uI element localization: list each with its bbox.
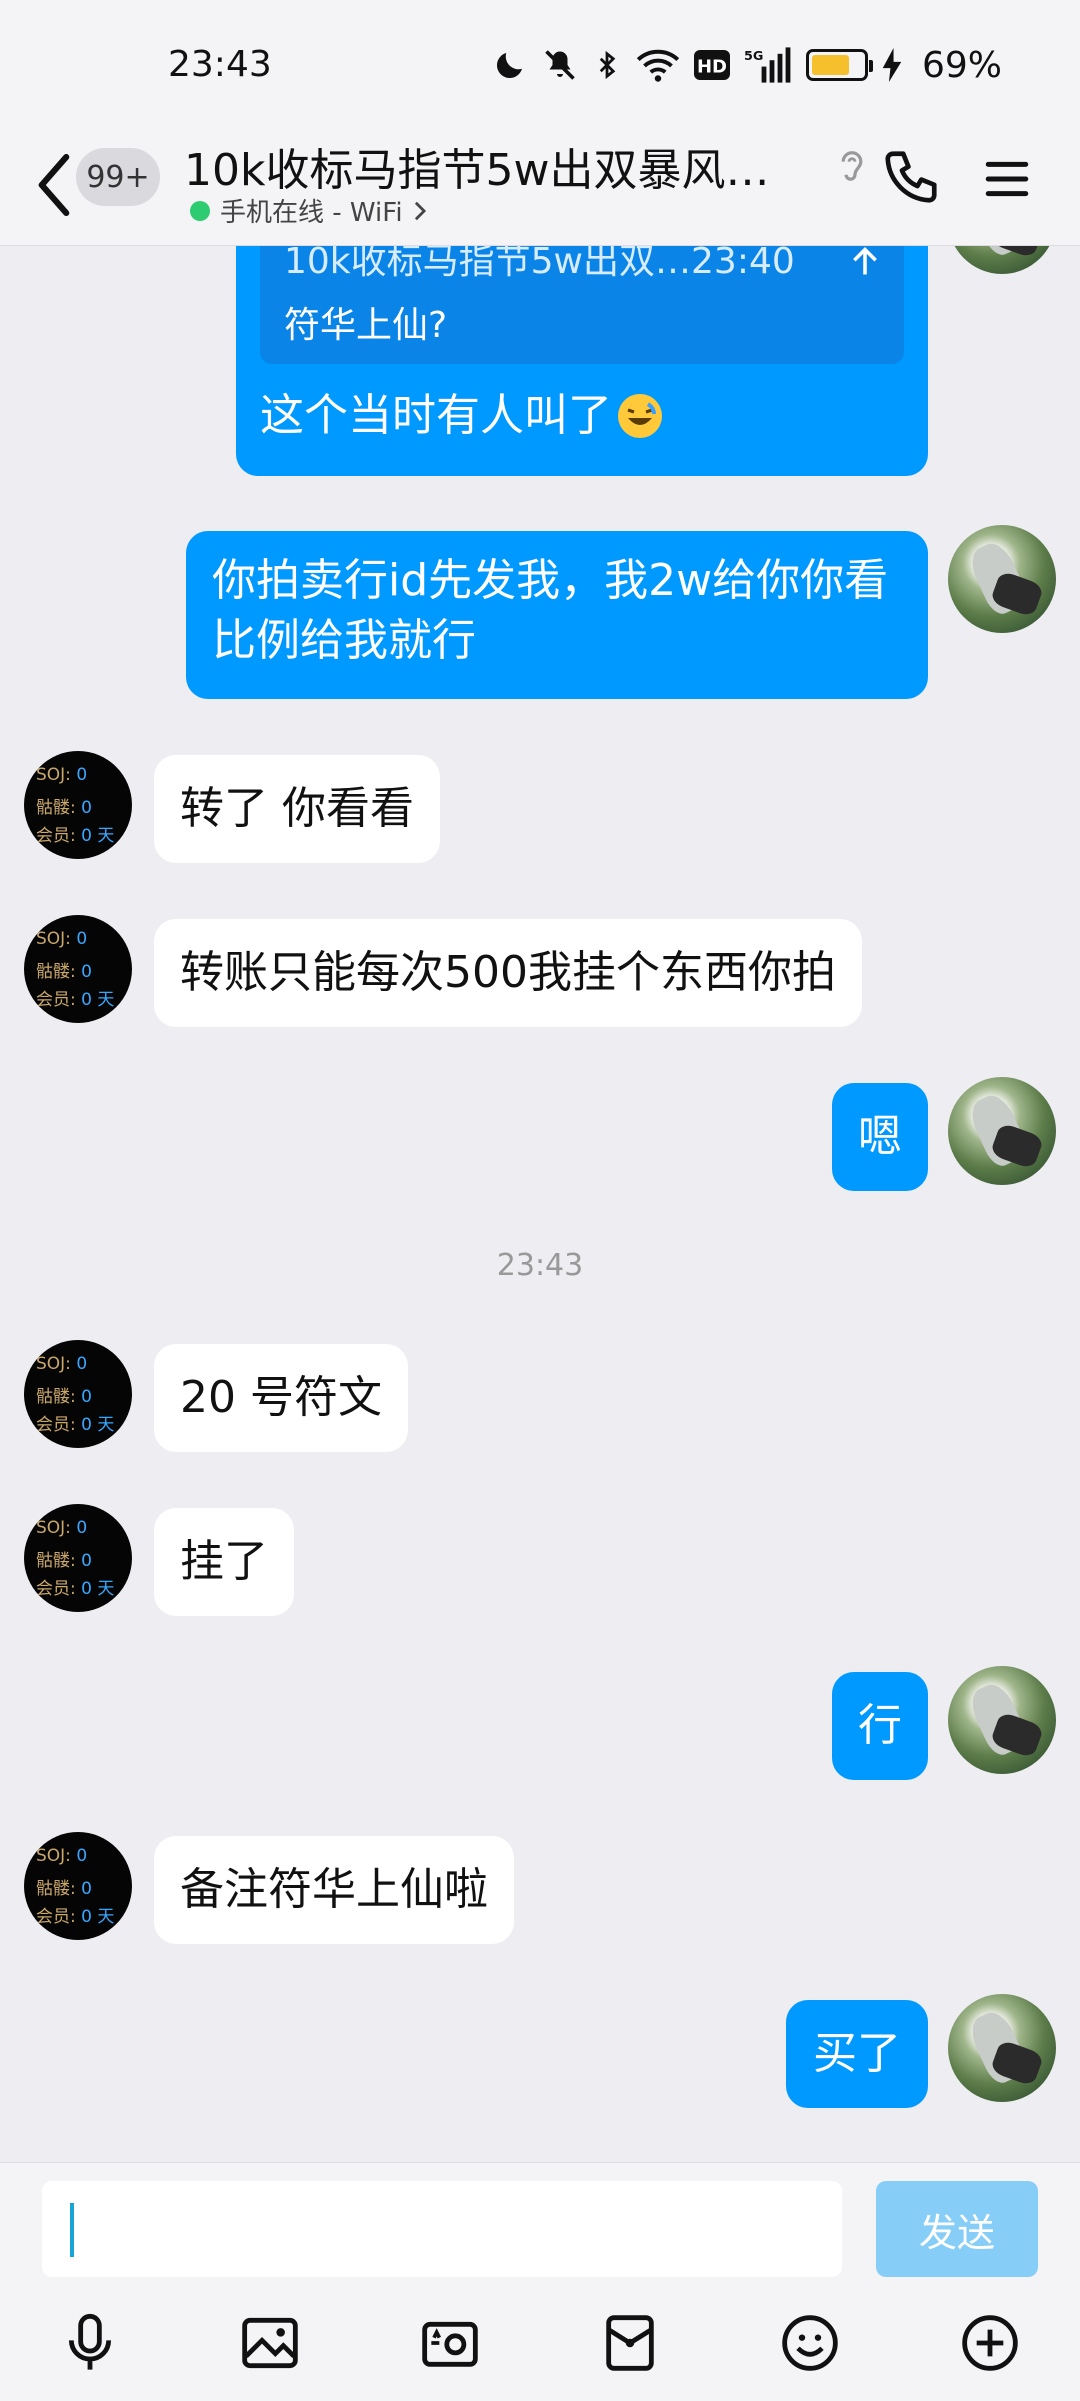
avatar-me[interactable] [948,1666,1056,1774]
bluetooth-icon [599,50,616,80]
unread-count-badge[interactable]: 99+ [76,148,160,206]
cellular-signal-icon: 5G [744,47,791,83]
svg-text:5G: 5G [744,49,763,64]
microphone-icon[interactable] [50,2303,130,2383]
avatar-me[interactable] [948,246,1056,274]
online-status[interactable]: 手机在线 - WiFi [190,192,427,229]
message-bubble-other[interactable]: 转了 你看看 [154,755,440,863]
plus-icon[interactable] [950,2303,1030,2383]
laughing-emoji-icon [618,394,662,438]
message-bubble-me[interactable]: 10k收标马指节5w出双…23:40 符华上仙? 这个当时有人叫了 [236,246,928,476]
status-icons: HD 5G 69% [492,40,1002,90]
emoji-icon[interactable] [770,2303,850,2383]
camera-icon[interactable] [410,2303,490,2383]
input-bar: 发送 [0,2162,1080,2401]
message-bubble-me[interactable]: 嗯 [832,1083,928,1191]
quoted-text: 符华上仙? [284,305,448,346]
avatar-other[interactable]: SOJ: 0 骷髅: 0 会员: 0 天 [24,915,132,1023]
message-input[interactable] [42,2181,842,2277]
online-dot [190,200,210,221]
avatar-other[interactable]: SOJ: 0 骷髅: 0 会员: 0 天 [24,1504,132,1612]
svg-text:HD: HD [697,57,727,78]
message-bubble-other[interactable]: 20 号符文 [154,1344,408,1452]
avatar-other[interactable]: SOJ: 0 骷髅: 0 会员: 0 天 [24,1832,132,1940]
message-bubble-me[interactable]: 买了 [786,2000,928,2108]
hd-icon: HD [693,50,730,80]
avatar-me[interactable] [948,1994,1056,2102]
avatar-me[interactable] [948,525,1056,633]
phone-icon[interactable] [880,146,942,208]
quoted-message[interactable]: 10k收标马指节5w出双…23:40 符华上仙? [260,246,904,364]
status-time: 23:43 [168,44,272,85]
avatar-other[interactable]: SOJ: 0 骷髅: 0 会员: 0 天 [24,1340,132,1448]
back-arrow-icon[interactable] [34,150,74,220]
message-bubble-other[interactable]: 挂了 [154,1508,294,1616]
moon-icon [496,53,522,79]
mute-icon [545,50,575,80]
image-icon[interactable] [230,2303,310,2383]
avatar-me[interactable] [948,1077,1056,1185]
reply-text: 这个当时有人叫了 [260,390,612,441]
avatar-other[interactable]: SOJ: 0 骷髅: 0 会员: 0 天 [24,751,132,859]
chat-title[interactable]: 10k收标马指节5w出双暴风板… [184,134,804,198]
text-caret [70,2203,74,2257]
message-bubble-other[interactable]: 转账只能每次500我挂个东西你拍 [154,919,862,1027]
message-bubble-me[interactable]: 行 [832,1672,928,1780]
battery-icon [805,49,873,81]
send-button[interactable]: 发送 [876,2181,1038,2277]
charging-icon [882,48,902,82]
message-bubble-me[interactable]: 你拍卖行id先发我，我2w给你你看比例给我就行 [186,531,928,699]
status-bar: 23:43 HD 5G 69% [0,0,1080,130]
reply-text-row: 这个当时有人叫了 [260,386,664,446]
red-packet-icon[interactable] [590,2303,670,2383]
menu-icon[interactable] [982,154,1032,204]
online-status-text: 手机在线 - WiFi [220,198,403,228]
arrow-up-icon[interactable] [850,246,880,278]
chevron-right-icon [414,201,426,220]
chat-header: 99+ 10k收标马指节5w出双暴风板… 手机在线 - WiFi [0,130,1080,246]
input-toolbar [0,2303,1080,2383]
message-list[interactable]: 10k收标马指节5w出双…23:40 符华上仙? 这个当时有人叫了 你拍卖行id… [0,246,1080,2160]
message-timestamp: 23:43 [496,1248,584,1283]
wifi-icon [636,49,680,82]
battery-percent: 69% [921,44,1002,86]
ear-icon[interactable] [834,144,870,188]
message-bubble-other[interactable]: 备注符华上仙啦 [154,1836,514,1944]
quoted-header: 10k收标马指节5w出双…23:40 [284,246,795,282]
